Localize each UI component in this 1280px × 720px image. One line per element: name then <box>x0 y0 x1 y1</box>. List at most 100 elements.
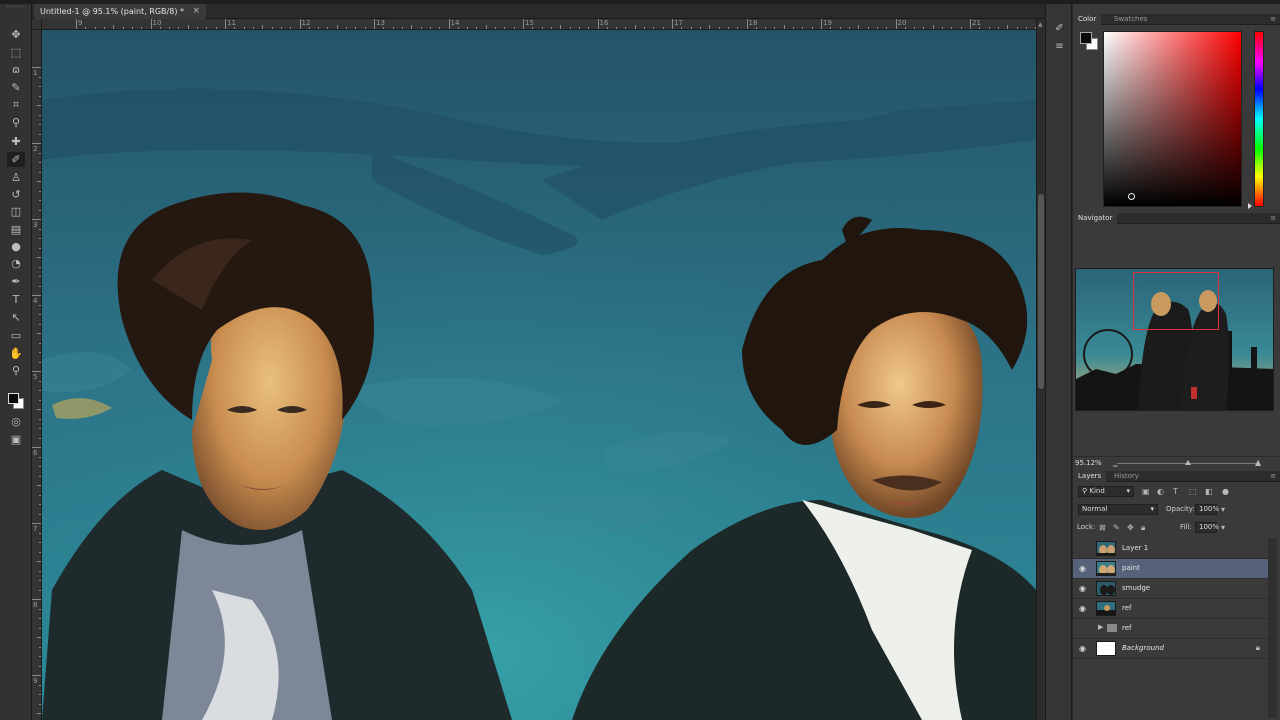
type-tool-icon[interactable]: T <box>7 292 25 307</box>
fill-input[interactable]: 100% <box>1195 522 1219 533</box>
ruler-corner[interactable] <box>32 19 42 30</box>
lasso-tool-icon[interactable]: ɷ <box>7 62 25 77</box>
layer-name[interactable]: ref <box>1122 599 1132 618</box>
layer-name[interactable]: ref <box>1122 619 1132 638</box>
scrollbar-thumb[interactable] <box>1038 194 1044 389</box>
layer-thumbnail[interactable] <box>1096 641 1116 656</box>
gradient-tool-icon[interactable]: ▤ <box>7 222 25 237</box>
color-picker-ring[interactable] <box>1128 193 1135 200</box>
pen-tool-icon[interactable]: ✒ <box>7 274 25 289</box>
layer-row[interactable]: ◉ Background 🔒︎ <box>1073 639 1268 659</box>
filter-pixel-icon[interactable]: ▣ <box>1142 486 1150 497</box>
layer-row[interactable]: Layer 1 <box>1073 539 1268 559</box>
canvas-vertical-scrollbar[interactable]: ▲ <box>1036 19 1045 720</box>
crop-tool-icon[interactable]: ⌗ <box>7 97 25 112</box>
opacity-chevron-icon[interactable]: ▾ <box>1221 504 1225 515</box>
dock-brush-icon[interactable]: ✐ <box>1053 22 1066 35</box>
lock-pixels-icon[interactable]: ✎ <box>1113 522 1120 533</box>
tab-swatches[interactable]: Swatches <box>1109 14 1152 25</box>
marquee-tool-icon[interactable]: ⬚ <box>7 45 25 60</box>
lock-transparent-icon[interactable]: ⊠ <box>1099 522 1106 533</box>
filter-smart-object-icon[interactable]: ◧ <box>1205 486 1213 497</box>
shape-tool-icon[interactable]: ▭ <box>7 328 25 343</box>
tab-layers[interactable]: Layers <box>1073 471 1107 482</box>
layer-thumbnail[interactable] <box>1096 541 1116 556</box>
ruler-top-number: 12 <box>301 19 311 27</box>
quick-select-tool-icon[interactable]: ✎ <box>7 80 25 95</box>
tab-navigator[interactable]: Navigator <box>1073 213 1118 224</box>
layer-thumbnail[interactable] <box>1096 561 1116 576</box>
document-tab[interactable]: Untitled-1 @ 95.1% (paint, RGB/8) * × <box>34 4 206 19</box>
document-tab-title: Untitled-1 @ 95.1% (paint, RGB/8) * <box>40 7 184 16</box>
layer-name[interactable]: paint <box>1122 559 1140 578</box>
ruler-left-number: 8 <box>33 601 38 609</box>
layer-filter-dropdown[interactable]: ⚲ Kind ▾ <box>1078 486 1134 497</box>
saturation-brightness-field[interactable] <box>1103 31 1242 207</box>
layer-thumbnail[interactable] <box>1096 601 1116 616</box>
zoom-in-icon[interactable]: ▲ <box>1255 458 1261 467</box>
layer-name[interactable]: smudge <box>1122 579 1150 598</box>
layers-panel-menu-icon[interactable]: ≡ <box>1270 471 1276 482</box>
zoom-slider-handle[interactable] <box>1185 460 1191 465</box>
ruler-horizontal[interactable]: 9 10 11 12 13 14 15 16 17 18 19 20 21 <box>42 19 1036 30</box>
navigator-panel-menu-icon[interactable]: ≡ <box>1270 213 1276 224</box>
navigator-preview[interactable] <box>1075 268 1274 411</box>
hue-slider-arrow-icon[interactable] <box>1248 203 1252 209</box>
layer-name[interactable]: Background <box>1122 639 1164 658</box>
layer-row[interactable]: ▶ ref <box>1073 619 1268 639</box>
ruler-vertical[interactable]: 1 2 3 4 5 6 7 8 9 <box>32 19 42 720</box>
tab-color[interactable]: Color <box>1073 14 1102 25</box>
close-icon[interactable]: × <box>192 4 200 19</box>
color-panel-menu-icon[interactable]: ≡ <box>1270 14 1276 25</box>
filter-toggle-icon[interactable]: ● <box>1222 486 1229 497</box>
zoom-tool-icon[interactable]: ⚲ <box>7 363 25 378</box>
hue-slider[interactable] <box>1254 31 1264 207</box>
eye-icon[interactable]: ◉ <box>1079 604 1086 613</box>
filter-type-icon[interactable]: T <box>1173 486 1178 497</box>
lock-all-icon[interactable]: 🔒︎ <box>1141 522 1145 533</box>
eyedropper-tool-icon[interactable]: ⚲ <box>7 115 25 130</box>
toolbar-grip[interactable] <box>6 6 26 12</box>
history-brush-tool-icon[interactable]: ↺ <box>7 187 25 202</box>
foreground-color-swatch[interactable] <box>8 393 19 404</box>
filter-adjustment-icon[interactable]: ◐ <box>1157 486 1164 497</box>
eraser-tool-icon[interactable]: ◫ <box>7 204 25 219</box>
clone-stamp-tool-icon[interactable]: ♙ <box>7 170 25 185</box>
opacity-input[interactable]: 100% <box>1195 504 1219 515</box>
ruler-left-number: 6 <box>33 449 38 457</box>
healing-brush-tool-icon[interactable]: ✚ <box>7 134 25 149</box>
brush-tool-icon[interactable]: ✐ <box>7 152 25 167</box>
filter-shape-icon[interactable]: ⬚ <box>1189 486 1197 497</box>
color-panel-foreground-swatch[interactable] <box>1080 32 1092 44</box>
search-icon: ⚲ <box>1082 487 1088 495</box>
lock-position-icon[interactable]: ✥ <box>1127 522 1134 533</box>
layers-scrollbar[interactable] <box>1268 538 1277 718</box>
blend-mode-dropdown[interactable]: Normal ▾ <box>1078 504 1158 515</box>
tab-history[interactable]: History <box>1109 471 1144 482</box>
blur-tool-icon[interactable]: ● <box>7 239 25 254</box>
layer-thumbnail[interactable] <box>1096 581 1116 596</box>
move-tool-icon[interactable]: ✥ <box>7 27 25 42</box>
screen-mode-icon[interactable]: ▣ <box>7 432 25 447</box>
layer-name[interactable]: Layer 1 <box>1122 539 1148 558</box>
layer-row[interactable]: ◉ paint <box>1073 559 1268 579</box>
dock-adjust-icon[interactable]: ≡ <box>1053 40 1066 53</box>
navigator-view-box[interactable] <box>1133 272 1219 330</box>
document-canvas[interactable] <box>42 30 1036 720</box>
ruler-left-number: 3 <box>33 221 38 229</box>
path-select-tool-icon[interactable]: ↖ <box>7 310 25 325</box>
fill-chevron-icon[interactable]: ▾ <box>1221 522 1225 533</box>
zoom-percentage[interactable]: 95.12% <box>1075 459 1102 467</box>
eye-icon[interactable]: ◉ <box>1079 584 1086 593</box>
quick-mask-icon[interactable]: ◎ <box>7 414 25 429</box>
eye-icon[interactable]: ◉ <box>1079 644 1086 653</box>
layer-filter-row: ⚲ Kind ▾ ▣ ◐ T ⬚ ◧ ● <box>1073 485 1280 500</box>
hand-tool-icon[interactable]: ✋ <box>7 346 25 361</box>
chevron-right-icon[interactable]: ▶ <box>1098 623 1103 631</box>
dodge-tool-icon[interactable]: ◔ <box>7 256 25 271</box>
eye-icon[interactable]: ◉ <box>1079 564 1086 573</box>
layer-row[interactable]: ◉ ref <box>1073 599 1268 619</box>
scroll-up-arrow-icon[interactable]: ▲ <box>1038 21 1043 28</box>
layer-row[interactable]: ◉ smudge <box>1073 579 1268 599</box>
lock-icon[interactable]: 🔒︎ <box>1256 643 1260 653</box>
